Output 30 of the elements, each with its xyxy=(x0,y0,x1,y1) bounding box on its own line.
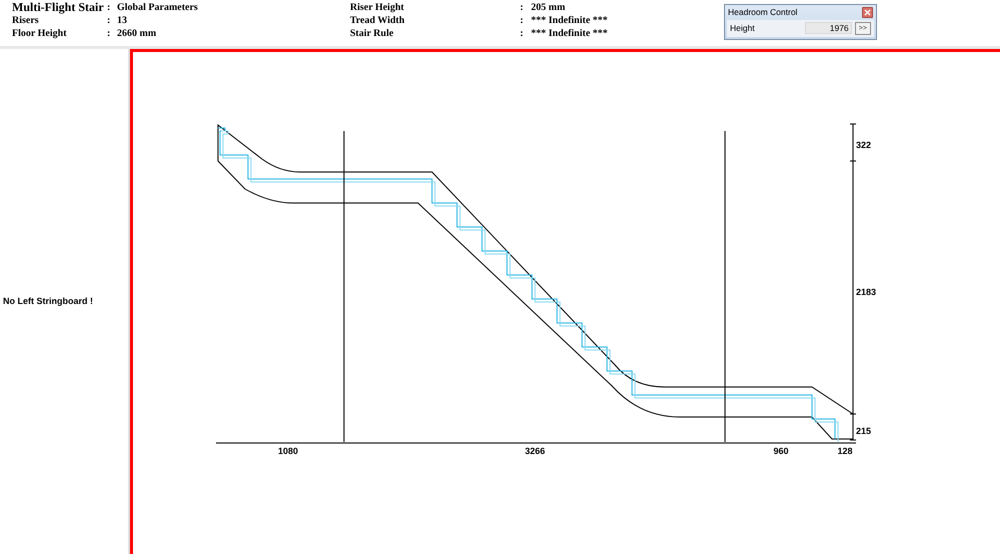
dimension-label: 128 xyxy=(837,446,853,456)
close-icon[interactable] xyxy=(862,6,873,18)
separator: : xyxy=(107,2,112,13)
height-field[interactable]: 1976 xyxy=(804,22,852,34)
separator: : xyxy=(520,2,524,13)
warning-message: No Left Stringboard ! xyxy=(3,296,93,306)
dimension-label: 960 xyxy=(773,446,789,456)
parameter-value: 13 xyxy=(117,15,128,26)
parameter-value: *** Indefinite *** xyxy=(531,15,609,26)
parameter-label: Stair Rule xyxy=(350,28,394,39)
dimension-label: 1080 xyxy=(278,446,298,456)
parameter-value: 2660 mm xyxy=(117,28,158,39)
parameter-value: Global Parameters xyxy=(117,2,199,13)
dimension-label: 215 xyxy=(856,426,872,436)
window-title: Headroom Control xyxy=(728,7,798,18)
parameter-label: Floor Height xyxy=(12,28,68,39)
separator: : xyxy=(520,28,524,39)
separator: : xyxy=(107,28,112,39)
field-label: Height xyxy=(730,23,756,34)
parameter-label: Risers xyxy=(12,15,40,26)
parameter-label: Riser Height xyxy=(350,2,405,13)
parameter-value: 205 mm xyxy=(531,2,566,13)
app-title: Multi-Flight Stair xyxy=(12,1,105,14)
separator: : xyxy=(107,15,112,26)
dimension-label: 3266 xyxy=(524,446,546,456)
parameter-label: Tread Width xyxy=(350,15,406,26)
dimension-label: 2183 xyxy=(856,287,876,297)
separator: : xyxy=(520,15,524,26)
dimension-label: 322 xyxy=(856,140,872,150)
parameter-value: *** Indefinite *** xyxy=(531,28,609,39)
